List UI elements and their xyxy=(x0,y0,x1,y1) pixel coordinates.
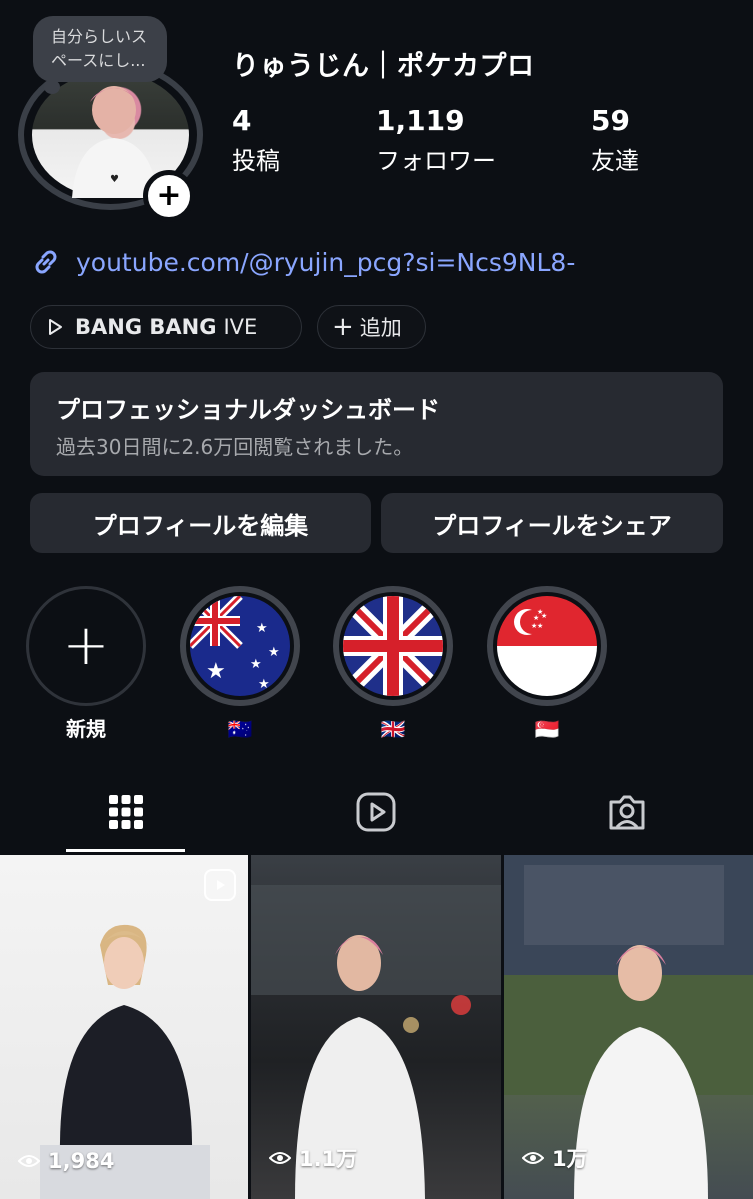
profile-link-text: youtube.com/@ryujin_pcg?si=Ncs9NL8- xyxy=(76,247,576,277)
note-line-2: ペースにし... xyxy=(51,51,146,70)
stat-friends[interactable]: 59 友達 xyxy=(591,104,639,176)
svg-text:♥: ♥ xyxy=(110,174,119,185)
reels-icon xyxy=(356,792,396,832)
highlight-label: 新規 xyxy=(66,717,106,741)
grid-icon xyxy=(109,795,143,829)
highlight-ring xyxy=(333,586,453,706)
tab-grid[interactable] xyxy=(104,790,148,834)
highlight-uk[interactable]: 🇬🇧 xyxy=(333,586,453,742)
note-bubble[interactable]: 自分らしいス ペースにし... xyxy=(33,16,167,82)
new-highlight-circle: + xyxy=(26,586,146,706)
music-song: BANG BANG xyxy=(75,315,217,339)
active-tab-indicator xyxy=(66,849,185,852)
music-artist: IVE xyxy=(223,315,258,339)
highlight-label: 🇦🇺 xyxy=(227,717,253,741)
stat-followers-label: フォロワー xyxy=(376,147,496,175)
profile-link[interactable]: youtube.com/@ryujin_pcg?si=Ncs9NL8- xyxy=(30,244,575,280)
tab-reels[interactable] xyxy=(354,790,398,834)
post-thumbnail[interactable]: 1.1万 xyxy=(251,855,501,1199)
add-chip-label: 追加 xyxy=(359,316,402,340)
reel-indicator-icon xyxy=(204,869,236,901)
music-chip[interactable]: BANG BANG IVE xyxy=(30,305,302,349)
post-thumbnail[interactable]: 1万 xyxy=(504,855,753,1199)
post-views-count: 1.1万 xyxy=(299,1147,358,1171)
tab-tagged[interactable] xyxy=(605,790,649,834)
post-views: 1,984 xyxy=(18,1149,114,1173)
highlight-ring xyxy=(487,586,607,706)
note-bubble-tail xyxy=(44,80,60,94)
stat-posts[interactable]: 4 投稿 xyxy=(232,104,280,176)
note-line-1: 自分らしいス xyxy=(51,27,148,46)
link-icon xyxy=(35,250,57,274)
post-views: 1.1万 xyxy=(269,1143,357,1173)
profile-username: りゅうじん｜ポケカプロ xyxy=(232,51,535,82)
stat-posts-label: 投稿 xyxy=(232,147,280,175)
plus-icon: + xyxy=(332,312,354,342)
add-chip-button[interactable]: + 追加 xyxy=(317,305,426,349)
stat-posts-value: 4 xyxy=(232,104,252,137)
stat-friends-label: 友達 xyxy=(591,147,639,175)
stat-followers[interactable]: 1,119 フォロワー xyxy=(376,104,496,176)
eye-icon xyxy=(522,1152,544,1164)
highlight-new[interactable]: + 新規 xyxy=(26,586,146,742)
eye-icon xyxy=(18,1155,40,1167)
stat-followers-value: 1,119 xyxy=(376,104,465,137)
highlight-label: 🇬🇧 xyxy=(380,717,406,741)
professional-dashboard[interactable]: プロフェッショナルダッシュボード 過去30日間に2.6万回閲覧されました。 xyxy=(30,372,723,476)
stat-friends-value: 59 xyxy=(591,104,630,137)
highlight-ring xyxy=(180,586,300,706)
plus-icon: + xyxy=(62,613,110,678)
post-thumbnail[interactable]: 1,984 xyxy=(0,855,248,1199)
dashboard-title: プロフェッショナルダッシュボード xyxy=(56,396,440,424)
highlight-label: 🇸🇬 xyxy=(534,717,560,741)
highlight-singapore[interactable]: ★ ★ ★ ★ ★ 🇸🇬 xyxy=(487,586,607,742)
edit-profile-button[interactable]: プロフィールを編集 xyxy=(30,493,371,553)
plus-icon: + xyxy=(156,178,182,213)
post-views: 1万 xyxy=(522,1143,588,1173)
share-profile-button[interactable]: プロフィールをシェア xyxy=(381,493,723,553)
tagged-icon xyxy=(609,795,645,830)
play-icon xyxy=(49,319,62,335)
add-story-button[interactable]: + xyxy=(143,170,195,222)
post-views-count: 1万 xyxy=(552,1147,588,1171)
post-views-count: 1,984 xyxy=(48,1149,115,1173)
dashboard-subtitle: 過去30日間に2.6万回閲覧されました。 xyxy=(56,435,414,459)
post-image xyxy=(40,924,210,1199)
highlight-australia[interactable]: ★ ★ ★ ★ ★ 🇦🇺 xyxy=(180,586,300,742)
eye-icon xyxy=(269,1152,291,1164)
